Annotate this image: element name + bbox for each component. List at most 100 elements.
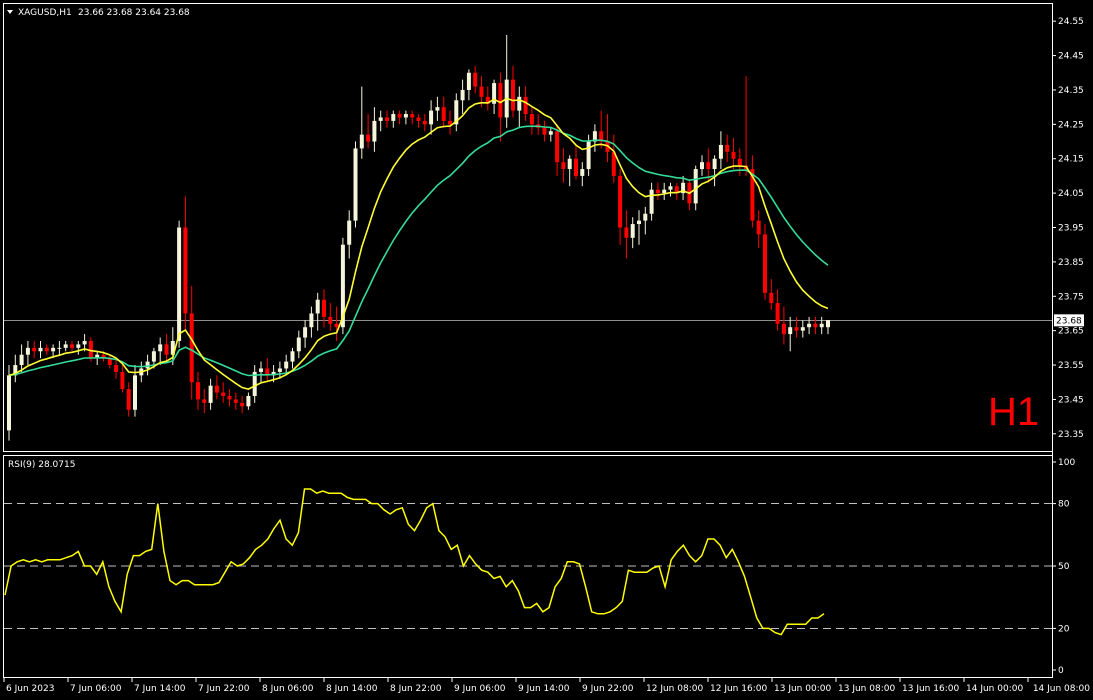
candle-body[interactable] <box>441 107 446 121</box>
candle-body[interactable] <box>63 344 68 348</box>
candle-body[interactable] <box>561 162 566 170</box>
candle-body[interactable] <box>151 351 156 362</box>
candle-body[interactable] <box>38 347 43 352</box>
candle-body[interactable] <box>668 186 673 190</box>
candle-body[interactable] <box>189 313 194 383</box>
candle-body[interactable] <box>618 175 623 228</box>
candle-body[interactable] <box>725 144 730 152</box>
candle-body[interactable] <box>378 117 383 121</box>
candle-body[interactable] <box>529 114 534 125</box>
candle-body[interactable] <box>208 385 213 403</box>
candle-body[interactable] <box>548 131 553 135</box>
candle-body[interactable] <box>202 399 207 403</box>
candle-body[interactable] <box>19 354 24 366</box>
candle-body[interactable] <box>788 327 793 335</box>
candle-body[interactable] <box>479 86 484 97</box>
candle-body[interactable] <box>655 189 660 194</box>
candle-body[interactable] <box>227 395 232 400</box>
candle-body[interactable] <box>693 169 698 204</box>
candle-body[interactable] <box>347 220 352 245</box>
candle-body[interactable] <box>523 96 528 115</box>
candle-body[interactable] <box>385 117 389 121</box>
candle-body[interactable] <box>284 361 289 369</box>
candle-body[interactable] <box>498 83 503 118</box>
candle-body[interactable] <box>466 72 471 90</box>
candle-body[interactable] <box>800 327 805 331</box>
candle-body[interactable] <box>460 89 465 101</box>
candle-body[interactable] <box>359 134 364 149</box>
candle-body[interactable] <box>649 189 654 214</box>
candle-body[interactable] <box>429 110 434 125</box>
candle-body[interactable] <box>51 347 56 352</box>
candle-body[interactable] <box>309 313 314 328</box>
candle-body[interactable] <box>819 323 824 328</box>
candle-body[interactable] <box>637 220 641 225</box>
candle-body[interactable] <box>233 399 238 403</box>
candle-body[interactable] <box>416 117 421 121</box>
candle-body[interactable] <box>44 347 49 352</box>
candle-body[interactable] <box>567 158 572 170</box>
candle-body[interactable] <box>221 392 226 396</box>
candle-body[interactable] <box>259 368 263 372</box>
candle-body[interactable] <box>391 114 396 121</box>
candle-body[interactable] <box>712 158 717 170</box>
candle-body[interactable] <box>70 344 74 348</box>
symbol-dropdown-icon[interactable] <box>7 10 13 14</box>
candle-body[interactable] <box>372 120 377 142</box>
candle-body[interactable] <box>145 361 150 369</box>
candle-body[interactable] <box>813 323 818 328</box>
candle-body[interactable] <box>473 72 478 87</box>
candle-body[interactable] <box>120 371 125 390</box>
candle-body[interactable] <box>542 127 547 135</box>
candle-body[interactable] <box>403 114 408 118</box>
candle-body[interactable] <box>397 114 402 118</box>
candle-body[interactable] <box>706 162 711 170</box>
candle-body[interactable] <box>700 162 704 170</box>
candle-body[interactable] <box>737 158 742 166</box>
candle-body[interactable] <box>353 148 358 221</box>
candle-body[interactable] <box>25 347 30 355</box>
candle-body[interactable] <box>781 323 786 335</box>
candle-body[interactable] <box>826 320 830 328</box>
candle-body[interactable] <box>296 337 301 352</box>
candle-body[interactable] <box>586 141 591 170</box>
candle-body[interactable] <box>214 385 219 393</box>
candle-body[interactable] <box>630 224 635 238</box>
candle-body[interactable] <box>57 347 62 349</box>
candle-body[interactable] <box>794 327 799 331</box>
candle-body[interactable] <box>334 323 339 328</box>
candle-body[interactable] <box>662 189 667 194</box>
candle-body[interactable] <box>422 120 427 125</box>
candle-body[interactable] <box>240 402 245 407</box>
candle-body[interactable] <box>277 368 282 372</box>
candle-body[interactable] <box>133 375 137 410</box>
candle-body[interactable] <box>322 299 326 317</box>
candle-body[interactable] <box>555 131 560 163</box>
trading-chart[interactable]: 24.55 24.45 24.35 24.25 24.15 24.05 23.95 23.85… <box>0 0 1093 700</box>
candle-body[interactable] <box>164 344 169 355</box>
candle-body[interactable] <box>158 344 163 352</box>
candle-body[interactable] <box>448 120 452 125</box>
candle-body[interactable] <box>731 151 736 159</box>
candle-body[interactable] <box>775 303 780 324</box>
candle-body[interactable] <box>177 227 182 341</box>
candle-body[interactable] <box>511 79 515 111</box>
candle-body[interactable] <box>718 144 723 159</box>
candle-body[interactable] <box>517 96 522 111</box>
candle-body[interactable] <box>769 292 774 304</box>
candle-body[interactable] <box>290 351 295 362</box>
candle-body[interactable] <box>126 389 131 410</box>
candle-body[interactable] <box>7 375 11 431</box>
candle-body[interactable] <box>643 213 648 221</box>
candle-body[interactable] <box>366 134 371 142</box>
candle-body[interactable] <box>435 107 440 111</box>
candle-body[interactable] <box>196 382 200 400</box>
candle-body[interactable] <box>114 365 119 372</box>
candlestick-series[interactable] <box>7 34 830 441</box>
candle-body[interactable] <box>303 327 308 338</box>
candle-body[interactable] <box>82 340 87 345</box>
candle-body[interactable] <box>183 227 188 314</box>
candle-body[interactable] <box>328 316 333 324</box>
candle-body[interactable] <box>32 347 37 352</box>
candle-body[interactable] <box>574 158 578 176</box>
